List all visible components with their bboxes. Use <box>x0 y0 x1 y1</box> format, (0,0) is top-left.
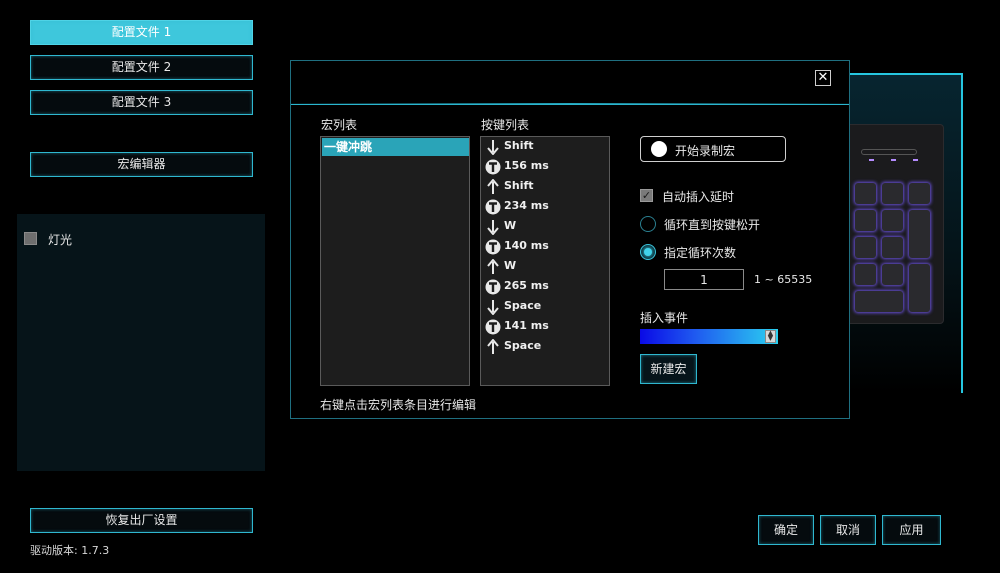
key-event-row[interactable]: W <box>483 257 607 277</box>
delay-timer-icon <box>485 159 501 175</box>
key-down-arrow-icon <box>485 139 501 156</box>
key-event-row[interactable]: Space <box>483 297 607 317</box>
key-event-label: Shift <box>504 139 534 152</box>
loop-until-release-radio[interactable] <box>640 216 656 232</box>
edit-hint: 右键点击宏列表条目进行编辑 <box>320 398 477 412</box>
delay-timer-icon <box>485 319 501 335</box>
profile-3-button[interactable]: 配置文件 3 <box>30 90 253 115</box>
loop-count-radio[interactable] <box>640 244 656 260</box>
insert-event-label: 插入事件 <box>640 311 689 325</box>
start-record-label: 开始录制宏 <box>675 144 736 158</box>
lighting-label: 灯光 <box>48 233 73 247</box>
apply-button[interactable]: 应用 <box>882 515 941 545</box>
key-event-label: Shift <box>504 179 534 192</box>
key-event-label: Space <box>504 299 542 312</box>
close-icon[interactable]: ✕ <box>815 70 831 86</box>
start-record-button[interactable]: 开始录制宏 <box>640 136 786 162</box>
delay-timer-icon <box>485 279 501 295</box>
new-macro-button[interactable]: 新建宏 <box>640 354 697 384</box>
auto-delay-checkbox[interactable]: ✓ <box>640 189 653 202</box>
key-event-list[interactable]: Shift 156 ms Shift 234 ms W 140 ms W 265 ms Spac… <box>480 136 610 386</box>
key-event-row[interactable]: Space <box>483 337 607 357</box>
delay-timer-icon <box>485 199 501 215</box>
key-event-row[interactable]: W <box>483 217 607 237</box>
key-event-label: 156 ms <box>504 159 549 172</box>
macro-list-item[interactable]: 一键冲跳 <box>322 138 469 156</box>
loop-until-release-label: 循环直到按键松开 <box>664 218 761 232</box>
key-event-label: W <box>504 219 517 232</box>
loop-count-label: 指定循环次数 <box>664 246 737 260</box>
key-event-row[interactable]: Shift <box>483 137 607 157</box>
profile-1-button[interactable]: 配置文件 1 <box>30 20 253 45</box>
key-event-label: 234 ms <box>504 199 549 212</box>
insert-event-select[interactable]: ▲ ▼ <box>640 329 778 344</box>
key-list-title: 按键列表 <box>481 118 530 132</box>
key-event-label: 140 ms <box>504 239 549 252</box>
cancel-button[interactable]: 取消 <box>820 515 876 545</box>
macro-list-title: 宏列表 <box>321 118 358 132</box>
lighting-checkbox[interactable] <box>24 232 37 245</box>
key-up-arrow-icon <box>485 178 501 195</box>
key-event-label: 265 ms <box>504 279 549 292</box>
key-up-arrow-icon <box>485 258 501 275</box>
key-event-row[interactable]: 140 ms <box>483 237 607 257</box>
driver-version: 驱动版本: 1.7.3 <box>30 544 110 557</box>
factory-reset-button[interactable]: 恢复出厂设置 <box>30 508 253 533</box>
key-event-row[interactable]: 234 ms <box>483 197 607 217</box>
key-event-row[interactable]: 265 ms <box>483 277 607 297</box>
loop-count-input[interactable] <box>664 269 744 290</box>
ok-button[interactable]: 确定 <box>758 515 814 545</box>
key-event-row[interactable]: 156 ms <box>483 157 607 177</box>
key-up-arrow-icon <box>485 338 501 355</box>
dialog-header: ✕ <box>291 61 849 105</box>
record-dot-icon <box>651 141 667 157</box>
key-event-row[interactable]: 141 ms <box>483 317 607 337</box>
loop-range-label: 1 ~ 65535 <box>754 273 813 286</box>
key-event-label: Space <box>504 339 542 352</box>
macro-editor-button[interactable]: 宏编辑器 <box>30 152 253 177</box>
keyboard-preview <box>846 124 944 324</box>
key-event-label: W <box>504 259 517 272</box>
macro-list[interactable]: 一键冲跳 <box>320 136 470 386</box>
lighting-panel: 灯光 <box>17 214 265 471</box>
key-event-label: 141 ms <box>504 319 549 332</box>
spinner-arrows-icon[interactable]: ▲ ▼ <box>765 330 776 343</box>
key-event-row[interactable]: Shift <box>483 177 607 197</box>
key-down-arrow-icon <box>485 299 501 316</box>
key-down-arrow-icon <box>485 219 501 236</box>
auto-delay-label: 自动插入延时 <box>662 190 735 204</box>
profile-2-button[interactable]: 配置文件 2 <box>30 55 253 80</box>
delay-timer-icon <box>485 239 501 255</box>
